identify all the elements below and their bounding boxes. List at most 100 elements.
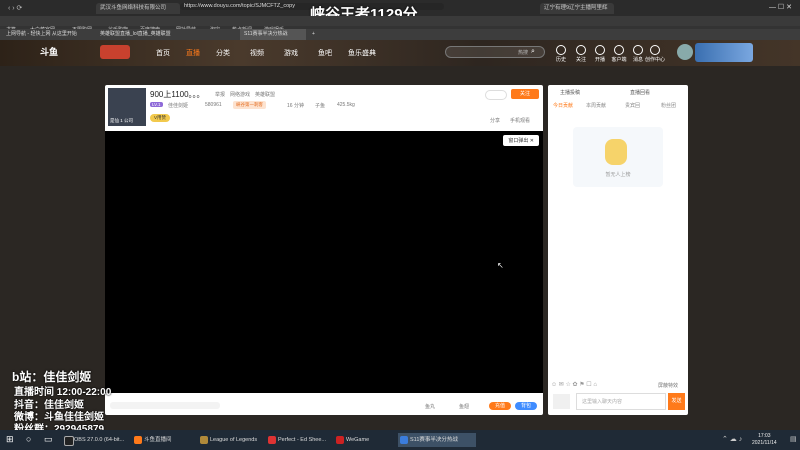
block-effects-toggle[interactable]: 屏蔽特效 xyxy=(658,382,678,389)
url-text: https://www.douyu.com/topic/SJMCFTZ_copy xyxy=(184,3,295,9)
window-controls-icon[interactable]: — ☐ ✕ xyxy=(769,3,792,11)
clock[interactable]: 17:03 2021/11/14 xyxy=(752,433,777,447)
new-tab-button[interactable]: + xyxy=(312,29,315,40)
nav-home[interactable]: 首页 xyxy=(156,48,170,58)
chat-tools-icon[interactable]: ☺ ✉ ☆ ✿ ⚑ ☐ ⌂ xyxy=(551,381,597,388)
task-label: League of Legends xyxy=(210,437,258,443)
tab-week[interactable]: 本周贡献 xyxy=(586,102,606,109)
nav-category[interactable]: 分类 xyxy=(216,48,230,58)
level-badge: LV.1 xyxy=(150,102,163,107)
nav-game[interactable]: 游戏 xyxy=(284,48,298,58)
heart-icon xyxy=(576,45,586,55)
creator-center-button[interactable]: 创作中心 xyxy=(645,45,665,63)
avatar-caption: 是仙 1 公司 xyxy=(110,118,134,123)
gift-label: 子鱼 xyxy=(315,103,326,109)
chat-extra-button[interactable] xyxy=(553,394,570,409)
nav-yuba[interactable]: 鱼吧 xyxy=(318,48,332,58)
toolbar xyxy=(0,16,800,26)
cursor-icon: ↖ xyxy=(497,261,504,270)
task-lol[interactable]: League of Legends xyxy=(198,433,272,447)
fishfin-label: 鱼翅 xyxy=(459,404,470,410)
creator-label: 创作中心 xyxy=(645,57,666,63)
task-label: 斗鱼直播间 xyxy=(144,437,172,443)
search-input[interactable]: 热搜 xyxy=(445,46,545,58)
notify-toggle[interactable] xyxy=(485,90,507,100)
tab-vip[interactable]: 贵宾回 xyxy=(625,102,640,109)
banner-ad[interactable] xyxy=(695,43,753,62)
search-placeholder: 热搜 xyxy=(517,50,528,56)
task-view-icon[interactable]: ▭ xyxy=(44,434,53,445)
avatar[interactable] xyxy=(677,44,693,60)
start-icon[interactable]: ⊞ xyxy=(6,434,14,445)
nav-festival[interactable]: 鱼乐盛典 xyxy=(348,48,376,58)
site-header: 斗鱼 首页 直播 分类 视频 游戏 鱼吧 鱼乐盛典 热搜 ⌕ 历史 关注 开播 … xyxy=(0,40,800,66)
report-link[interactable]: 举报 xyxy=(215,91,225,98)
tag-category[interactable]: 网络游戏 xyxy=(230,91,250,98)
gift-bar[interactable] xyxy=(110,402,220,409)
bulb-icon xyxy=(650,45,660,55)
chat-input[interactable]: 这里输入聊天内容 xyxy=(576,393,666,410)
title-badge: 峡谷第一刺客 xyxy=(233,101,266,109)
popout-button[interactable]: 窗口弹出 ✕ xyxy=(503,135,539,146)
search-taskbar-icon[interactable]: ○ xyxy=(26,434,31,444)
search-icon[interactable]: ⌕ xyxy=(531,48,535,56)
follow-room-button[interactable]: 关注 xyxy=(511,89,539,99)
obs-icon xyxy=(64,436,74,446)
page-tabs: 上网导航 - 轻快上网 从这里开始 英雄联盟直播_lol直播_英雄联盟 S11赛… xyxy=(0,29,800,40)
task-browser[interactable]: S11赛事半决分热战 xyxy=(398,433,476,447)
page-tab[interactable]: 英雄联盟直播_lol直播_英雄联盟 xyxy=(100,29,171,40)
lol-icon xyxy=(200,436,208,444)
video-player[interactable]: 窗口弹出 ✕ ↖ xyxy=(105,131,543,393)
task-music[interactable]: Perfect - Ed Shee... xyxy=(266,433,340,447)
page-tab-active[interactable]: S11赛事半决分热战 xyxy=(240,29,306,40)
page-tab[interactable]: 上网导航 - 轻快上网 从这里开始 xyxy=(6,29,77,40)
tray-icons[interactable]: ⌃ ☁ ♪ xyxy=(722,435,742,443)
mascot-icon xyxy=(605,139,627,165)
notification-icon[interactable]: ▤ xyxy=(790,435,797,443)
clock-icon xyxy=(556,45,566,55)
browser-tab-right[interactable]: 辽宁有理9辽宁主播阿里辉 xyxy=(540,3,614,14)
tag-game[interactable]: 英雄联盟 xyxy=(255,91,275,98)
room-title: 900上1100。。。 xyxy=(150,90,205,99)
download-icon xyxy=(614,45,624,55)
hot-value: 425.5kg xyxy=(337,102,355,108)
client-button[interactable]: 客户端 xyxy=(609,45,629,63)
clock-date: 2021/11/14 xyxy=(752,440,777,446)
duration: 16 分钟 xyxy=(287,103,304,109)
backpack-button[interactable]: 背包 xyxy=(515,402,537,410)
recharge-button[interactable]: 充值 xyxy=(489,402,511,410)
promo-logo[interactable] xyxy=(100,45,130,59)
task-label: OBS 27.0.0 (64-bit... xyxy=(74,437,125,443)
task-douyu[interactable]: 斗鱼直播间 xyxy=(132,433,204,447)
streamer-avatar[interactable]: 是仙 1 公司 xyxy=(108,88,146,126)
clock-time: 17:03 xyxy=(758,433,771,439)
replay-link[interactable]: 直播回看 xyxy=(630,89,650,96)
tab-today[interactable]: 今日贡献 xyxy=(553,102,573,109)
nav-live[interactable]: 直播 xyxy=(186,48,200,58)
site-logo[interactable]: 斗鱼 xyxy=(40,45,100,61)
send-button[interactable]: 发送 xyxy=(668,393,685,410)
chat-placeholder: 这里输入聊天内容 xyxy=(582,399,623,405)
player-card: 是仙 1 公司 900上1100。。。 举报 网络游戏 英雄联盟 LV.1 佳佳… xyxy=(105,85,543,415)
empty-text: 暂无人上榜 xyxy=(605,172,631,178)
vip-badge[interactable]: V用赞 xyxy=(150,114,171,122)
task-obs[interactable]: OBS 27.0.0 (64-bit... xyxy=(62,433,138,447)
fans-count: 580961 xyxy=(205,102,222,108)
nav-video[interactable]: 视频 xyxy=(250,48,264,58)
history-button[interactable]: 历史 xyxy=(551,45,571,63)
douyu-icon xyxy=(134,436,142,444)
streamer-submit-link[interactable]: 主播投稿 xyxy=(560,89,580,96)
browser-tab-site[interactable]: 武汉斗鱼网络科技有限公司 xyxy=(96,3,180,14)
streamer-name[interactable]: 佳佳剑姬 xyxy=(168,102,188,109)
tab-title: 武汉斗鱼网络科技有限公司 xyxy=(100,5,167,11)
start-stream-button[interactable]: 开播 xyxy=(590,45,610,63)
back-icon[interactable]: ‹ › ⟳ xyxy=(8,4,22,12)
mobile-watch-button[interactable]: 手机观看 xyxy=(510,117,530,124)
message-icon xyxy=(633,45,643,55)
task-label: WeGame xyxy=(346,437,370,443)
follow-button[interactable]: 关注 xyxy=(571,45,591,63)
task-wegame[interactable]: WeGame xyxy=(334,433,404,447)
task-label: Perfect - Ed Shee... xyxy=(278,437,326,443)
tab-fans[interactable]: 粉丝团 xyxy=(661,102,676,109)
share-button[interactable]: 分享 xyxy=(490,117,500,124)
